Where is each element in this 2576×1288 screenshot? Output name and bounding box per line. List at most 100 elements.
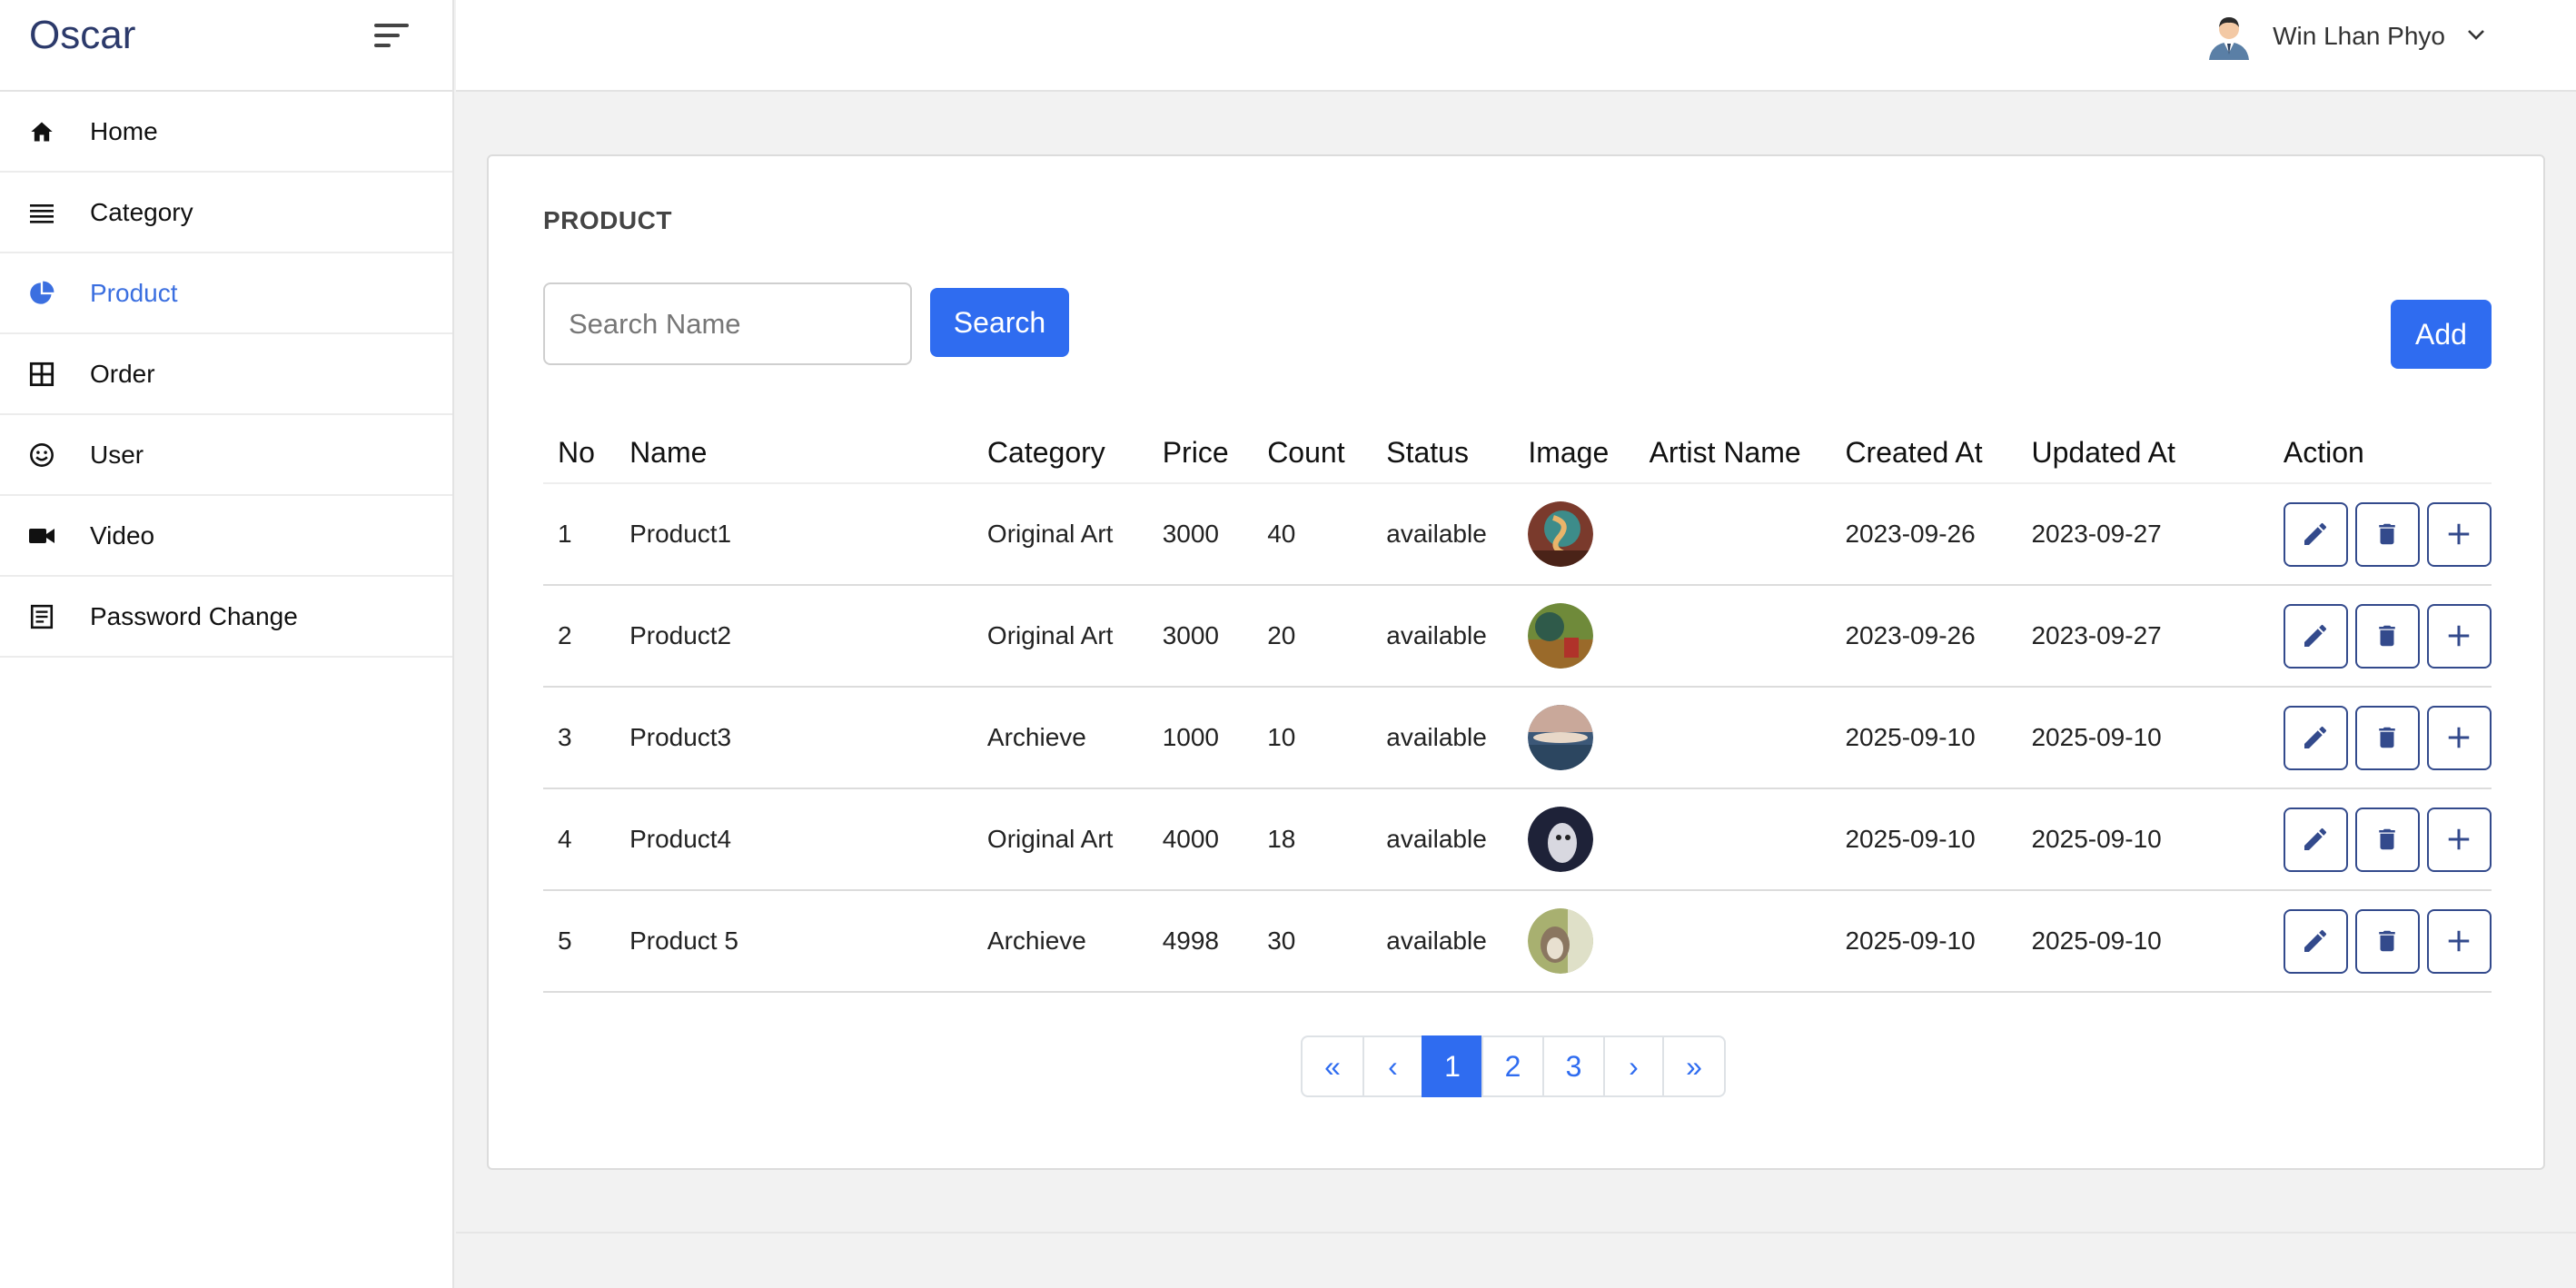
- plus-icon: [2449, 625, 2470, 647]
- trash-icon: [2379, 625, 2396, 647]
- table-row: 3 Product3 Archieve 1000 10 available 20…: [543, 687, 2492, 789]
- cell-count: 18: [1253, 788, 1372, 891]
- pagination-first[interactable]: «: [1301, 1035, 1364, 1097]
- cell-price: 1000: [1147, 687, 1253, 789]
- cell-created-at: 2025-09-10: [1830, 890, 2017, 993]
- add-item-button[interactable]: [2426, 705, 2492, 770]
- add-item-button[interactable]: [2426, 908, 2492, 974]
- sidebar-item-user[interactable]: User: [0, 415, 452, 496]
- cell-image: [1513, 687, 1635, 789]
- pagination-last[interactable]: »: [1662, 1035, 1726, 1097]
- pagination: « ‹ 1 2 3 › »: [1301, 1035, 1726, 1097]
- cell-count: 20: [1253, 585, 1372, 688]
- search-button[interactable]: Search: [930, 288, 1069, 357]
- table-header-row: No Name Category Price Count Status Imag…: [543, 423, 2492, 484]
- cell-status: available: [1372, 483, 1514, 586]
- add-button[interactable]: Add: [2391, 300, 2492, 369]
- cell-status: available: [1372, 788, 1514, 891]
- sidebar-item-video[interactable]: Video: [0, 496, 452, 577]
- table-row: 4 Product4 Original Art 4000 18 availabl…: [543, 788, 2492, 891]
- delete-button[interactable]: [2354, 908, 2420, 974]
- smile-icon: [28, 441, 55, 469]
- delete-button[interactable]: [2354, 705, 2420, 770]
- pagination-page-2[interactable]: 2: [1481, 1035, 1544, 1097]
- add-item-button[interactable]: [2426, 603, 2492, 669]
- plus-icon: [2449, 523, 2470, 545]
- column-header-action: Action: [2268, 423, 2492, 484]
- cell-image: [1513, 585, 1635, 688]
- edit-button[interactable]: [2283, 908, 2348, 974]
- menu-toggle-icon[interactable]: [374, 24, 411, 51]
- sidebar-item-password-change[interactable]: Password Change: [0, 577, 452, 658]
- search-input[interactable]: [543, 282, 912, 365]
- edit-button[interactable]: [2283, 501, 2348, 567]
- edit-button[interactable]: [2283, 705, 2348, 770]
- cell-no: 5: [543, 890, 616, 993]
- edit-button[interactable]: [2283, 807, 2348, 872]
- cell-price: 3000: [1147, 483, 1253, 586]
- column-header-price: Price: [1147, 423, 1253, 484]
- avatar: [2205, 13, 2253, 60]
- product-thumbnail: [1528, 603, 1594, 669]
- cell-name: Product1: [615, 483, 973, 586]
- plus-icon: [2449, 727, 2470, 748]
- sidebar-item-label: Password Change: [90, 601, 298, 630]
- brand-name[interactable]: Oscar: [29, 13, 135, 58]
- cell-price: 4000: [1147, 788, 1253, 891]
- trash-icon: [2379, 930, 2396, 952]
- pencil-icon: [2304, 522, 2327, 545]
- sidebar-item-home[interactable]: Home: [0, 92, 452, 173]
- cell-actions: [2268, 788, 2492, 891]
- pagination-prev[interactable]: ‹: [1362, 1035, 1423, 1097]
- user-menu[interactable]: Win Lhan Phyo: [2205, 13, 2485, 60]
- delete-button[interactable]: [2354, 501, 2420, 567]
- cell-no: 3: [543, 687, 616, 789]
- cell-count: 40: [1253, 483, 1372, 586]
- product-thumbnail: [1528, 908, 1594, 974]
- column-header-no: No: [543, 423, 616, 484]
- sidebar-item-order[interactable]: Order: [0, 334, 452, 415]
- footer-divider: [456, 1232, 2576, 1234]
- cell-updated-at: 2025-09-10: [2016, 687, 2269, 789]
- user-name: Win Lhan Phyo: [2273, 22, 2445, 50]
- product-thumbnail: [1528, 807, 1594, 872]
- delete-button[interactable]: [2354, 603, 2420, 669]
- column-header-name: Name: [615, 423, 973, 484]
- pagination-next[interactable]: ›: [1603, 1035, 1664, 1097]
- pagination-page-1[interactable]: 1: [1422, 1035, 1483, 1097]
- sidebar: Oscar Home Category Product Order User V…: [0, 0, 454, 1288]
- delete-button[interactable]: [2354, 807, 2420, 872]
- sidebar-item-product[interactable]: Product: [0, 253, 452, 334]
- topbar: Win Lhan Phyo: [456, 0, 2576, 92]
- home-icon: [28, 118, 55, 145]
- add-item-button[interactable]: [2426, 807, 2492, 872]
- edit-button[interactable]: [2283, 603, 2348, 669]
- column-header-created-at: Created At: [1830, 423, 2017, 484]
- column-header-status: Status: [1372, 423, 1514, 484]
- cell-name: Product3: [615, 687, 973, 789]
- page-title: PRODUCT: [543, 206, 672, 234]
- cell-updated-at: 2023-09-27: [2016, 585, 2269, 688]
- cell-name: Product 5: [615, 890, 973, 993]
- pencil-icon: [2304, 624, 2327, 647]
- grid-icon: [28, 361, 55, 388]
- sidebar-item-label: Video: [90, 520, 155, 550]
- cell-count: 10: [1253, 687, 1372, 789]
- pie-chart-icon: [28, 280, 55, 307]
- sidebar-item-label: Product: [90, 278, 178, 307]
- pencil-icon: [2304, 929, 2327, 952]
- cell-category: Archieve: [972, 687, 1148, 789]
- cell-no: 1: [543, 483, 616, 586]
- sidebar-item-category[interactable]: Category: [0, 173, 452, 253]
- add-item-button[interactable]: [2426, 501, 2492, 567]
- column-header-count: Count: [1253, 423, 1372, 484]
- cell-actions: [2268, 687, 2492, 789]
- column-header-image: Image: [1513, 423, 1635, 484]
- pencil-icon: [2304, 726, 2327, 748]
- column-header-category: Category: [972, 423, 1148, 484]
- cell-artist-name: [1634, 687, 1831, 789]
- cell-price: 3000: [1147, 585, 1253, 688]
- cell-artist-name: [1634, 585, 1831, 688]
- cell-created-at: 2025-09-10: [1830, 687, 2017, 789]
- pagination-page-3[interactable]: 3: [1542, 1035, 1605, 1097]
